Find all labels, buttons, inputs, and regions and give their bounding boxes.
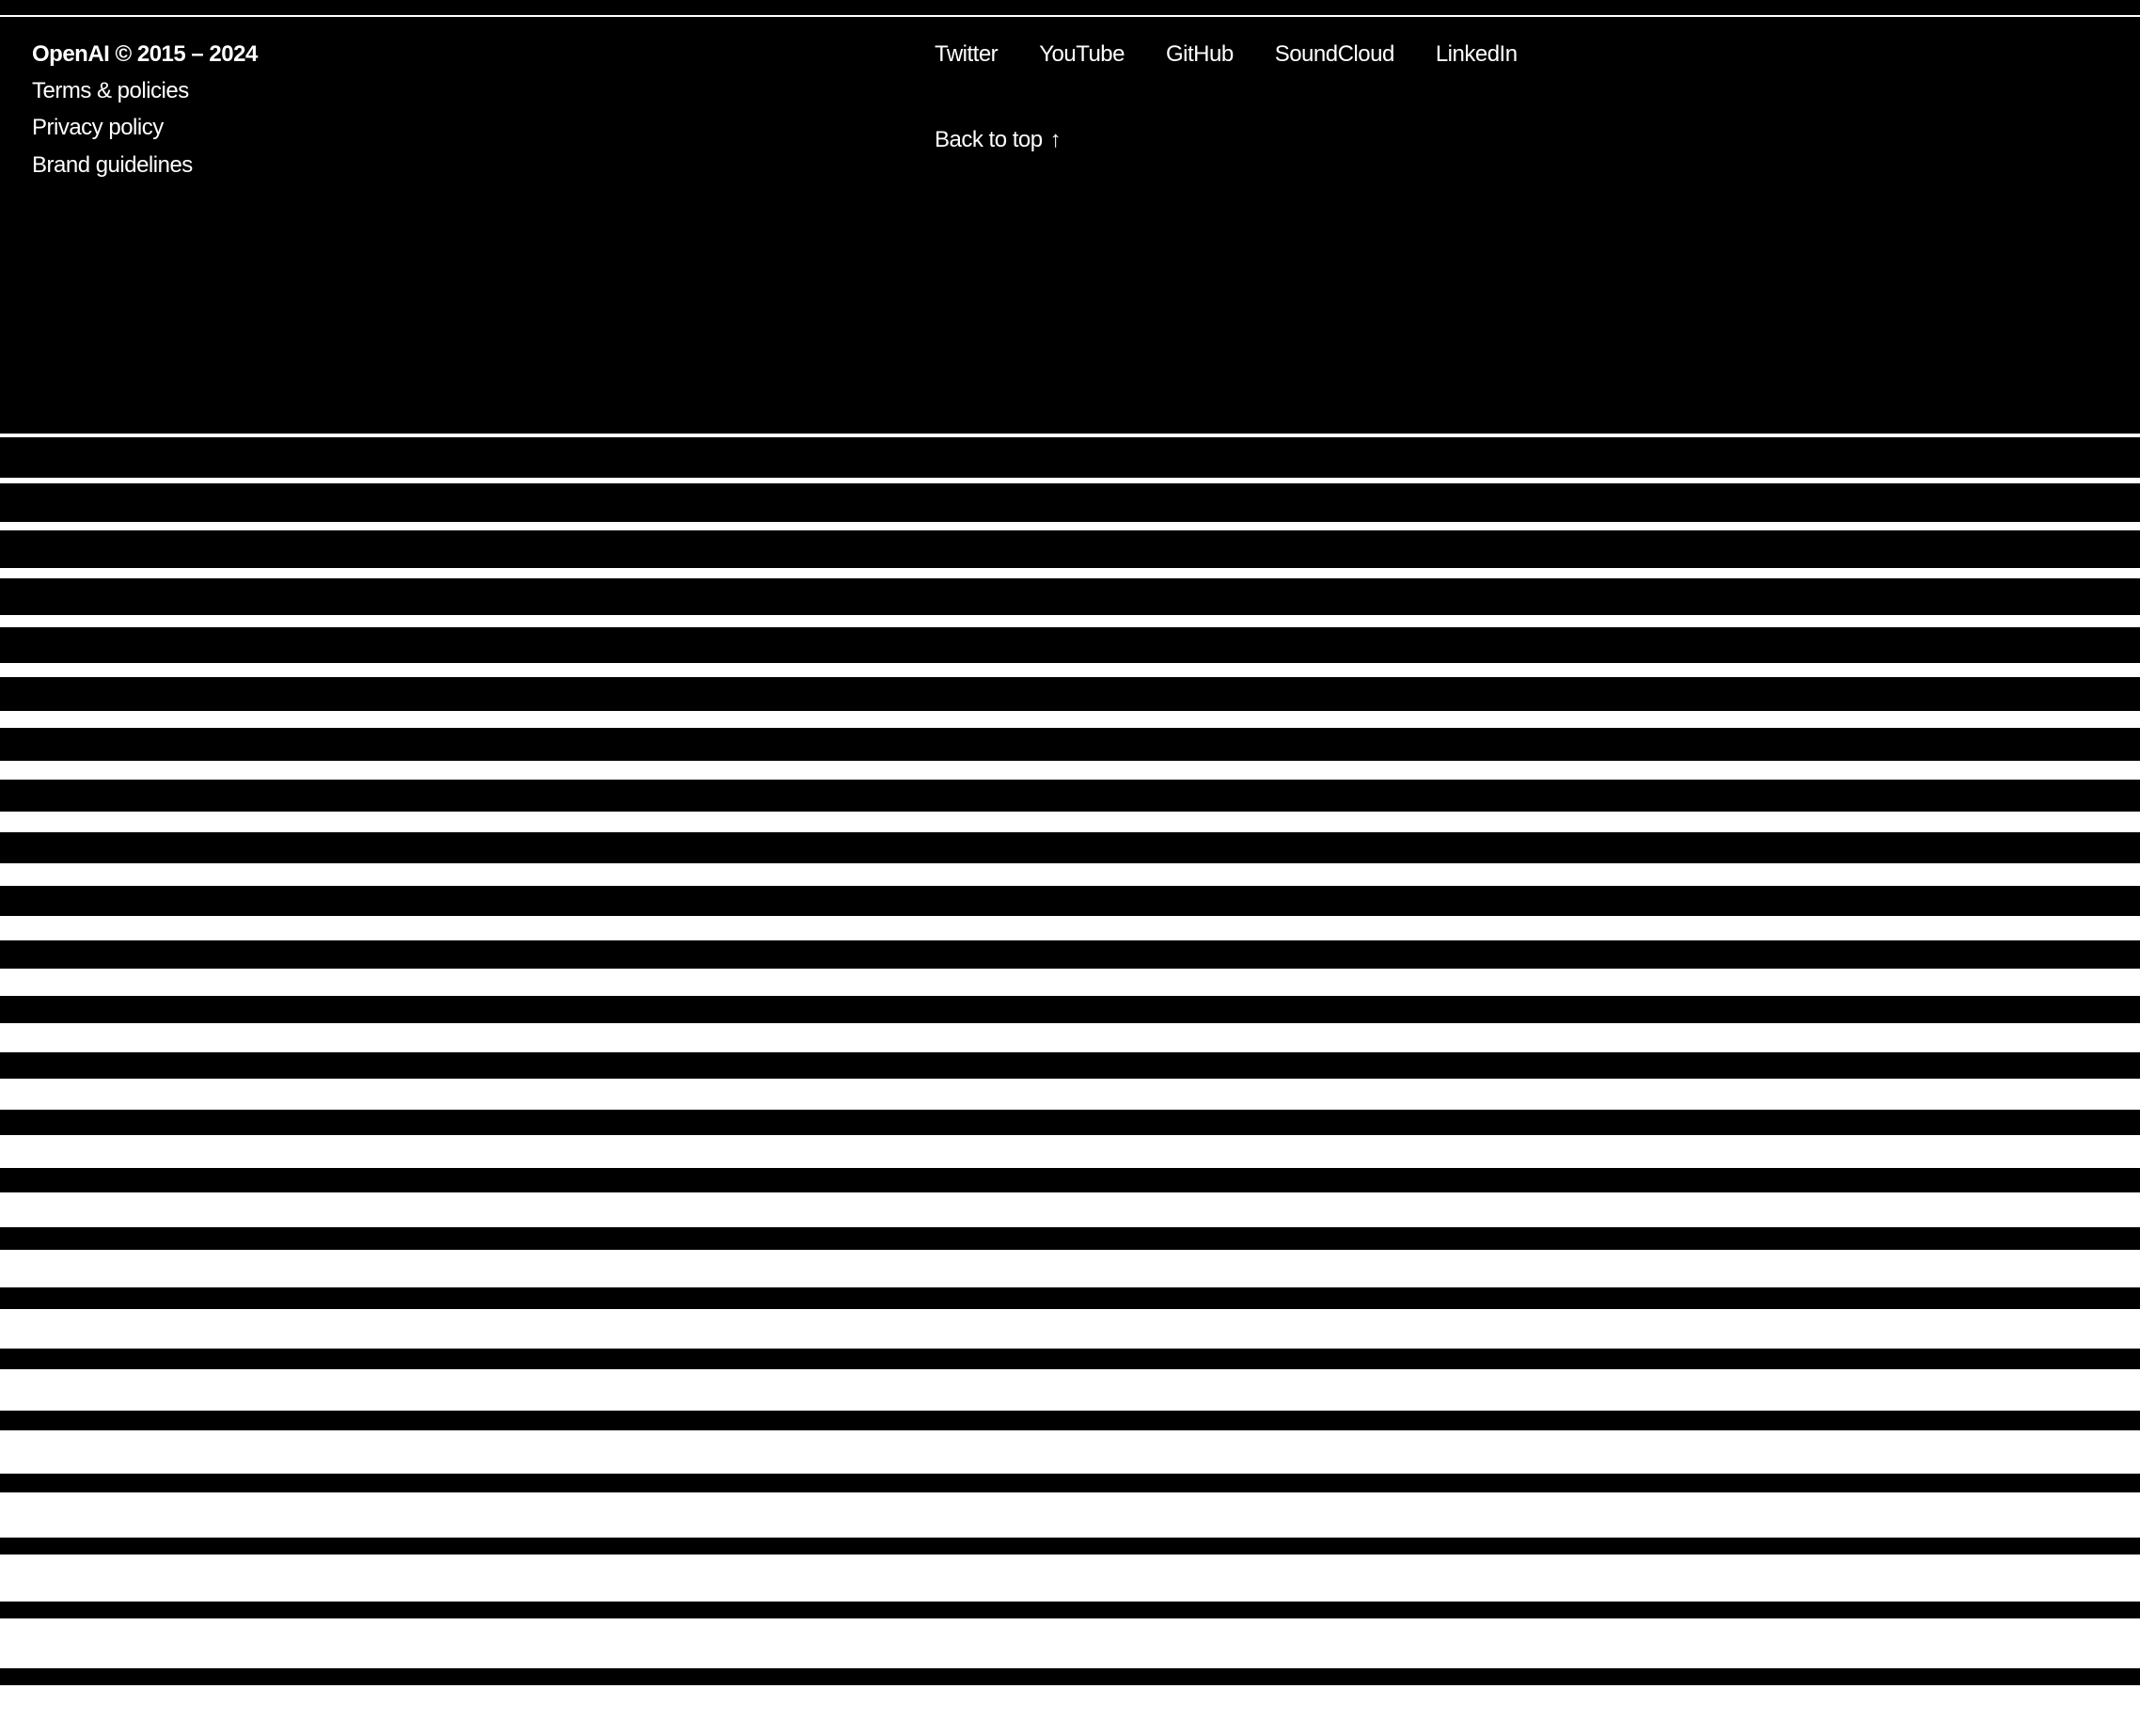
stripe-gap bbox=[0, 1287, 2140, 1310]
footer-right-column: Twitter YouTube GitHub SoundCloud Linked… bbox=[596, 39, 2108, 180]
soundcloud-link[interactable]: SoundCloud bbox=[1275, 39, 1394, 69]
stripe bbox=[0, 1685, 2140, 1736]
copyright-text: OpenAI © 2015 – 2024 bbox=[32, 39, 540, 69]
stripe bbox=[0, 663, 2140, 677]
stripe-gap bbox=[0, 1052, 2140, 1079]
back-to-top-label: Back to top bbox=[935, 125, 1043, 154]
privacy-policy-link[interactable]: Privacy policy bbox=[32, 113, 540, 142]
stripe bbox=[0, 1192, 2140, 1227]
stripe bbox=[0, 812, 2140, 832]
stripe bbox=[0, 1618, 2140, 1667]
stripe bbox=[0, 969, 2140, 995]
stripe-gap bbox=[0, 832, 2140, 863]
stripe-gap bbox=[0, 677, 2140, 712]
stripe bbox=[0, 615, 2140, 627]
stripe bbox=[0, 863, 2140, 886]
footer: OpenAI © 2015 – 2024 Terms & policies Pr… bbox=[0, 17, 2140, 180]
social-links-row: Twitter YouTube GitHub SoundCloud Linked… bbox=[935, 39, 2108, 69]
stripe bbox=[0, 1309, 2140, 1348]
terms-policies-link[interactable]: Terms & policies bbox=[32, 76, 540, 105]
stripe-gap bbox=[0, 1168, 2140, 1192]
stripe-gap bbox=[0, 1602, 2140, 1618]
stripe bbox=[0, 711, 2140, 727]
stripe-gap bbox=[0, 1411, 2140, 1430]
twitter-link[interactable]: Twitter bbox=[935, 39, 998, 69]
stripe-gap bbox=[0, 578, 2140, 615]
stripe-gap bbox=[0, 728, 2140, 762]
stripe bbox=[0, 522, 2140, 529]
stripe-gap bbox=[0, 1110, 2140, 1135]
stripe-gap bbox=[0, 1538, 2140, 1555]
stripe bbox=[0, 1135, 2140, 1168]
stripe-gap bbox=[0, 627, 2140, 663]
stripe-gap bbox=[0, 1349, 2140, 1369]
stripe bbox=[0, 1079, 2140, 1110]
stripe bbox=[0, 916, 2140, 940]
stripe bbox=[0, 1250, 2140, 1286]
stripe-gap bbox=[0, 886, 2140, 916]
linkedin-link[interactable]: LinkedIn bbox=[1436, 39, 1518, 69]
github-link[interactable]: GitHub bbox=[1166, 39, 1234, 69]
stripe-gap bbox=[0, 940, 2140, 970]
stripe-gap bbox=[0, 530, 2140, 568]
stripe-gap bbox=[0, 1474, 2140, 1492]
brand-guidelines-link[interactable]: Brand guidelines bbox=[32, 150, 540, 180]
stripe-gap bbox=[0, 392, 2140, 434]
arrow-up-icon: ↑ bbox=[1050, 125, 1062, 154]
stripe-gap bbox=[0, 1668, 2140, 1685]
footer-left-column: OpenAI © 2015 – 2024 Terms & policies Pr… bbox=[32, 39, 540, 180]
stripe bbox=[0, 1023, 2140, 1051]
decorative-stripes bbox=[0, 392, 2140, 1736]
stripe-gap bbox=[0, 780, 2140, 812]
back-to-top-button[interactable]: Back to top ↑ bbox=[935, 125, 2108, 154]
stripe-gap bbox=[0, 1227, 2140, 1251]
stripe bbox=[0, 1369, 2140, 1411]
stripe bbox=[0, 1555, 2140, 1602]
stripe bbox=[0, 1492, 2140, 1538]
stripe bbox=[0, 1430, 2140, 1474]
youtube-link[interactable]: YouTube bbox=[1039, 39, 1125, 69]
stripe-gap bbox=[0, 996, 2140, 1024]
stripe bbox=[0, 568, 2140, 578]
stripe bbox=[0, 761, 2140, 779]
stripe-gap bbox=[0, 483, 2140, 523]
stripe-gap bbox=[0, 437, 2140, 478]
